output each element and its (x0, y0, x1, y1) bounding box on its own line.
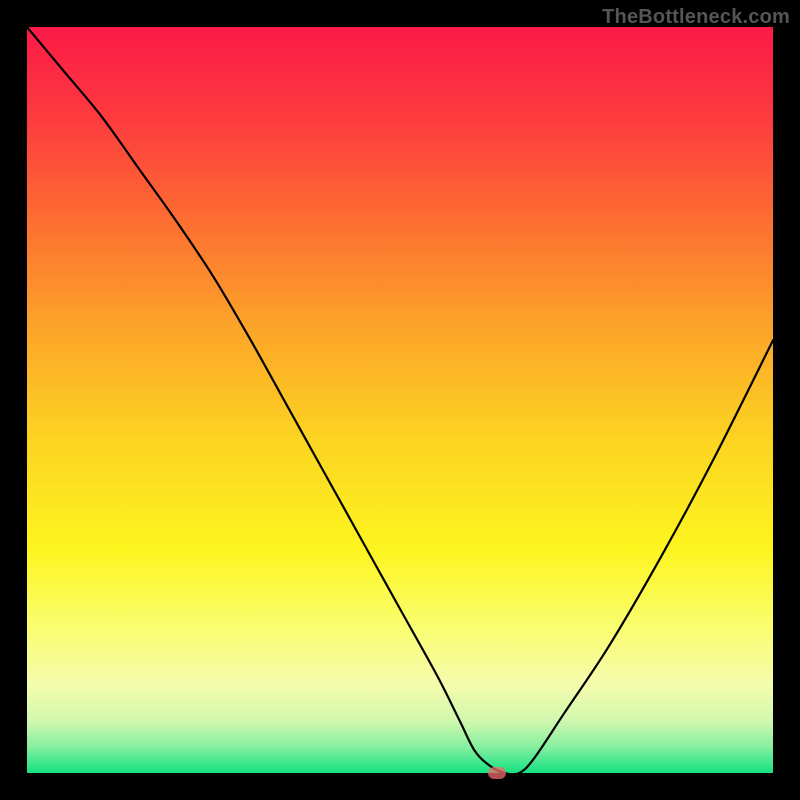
plot-svg (27, 27, 773, 773)
plot-area (27, 27, 773, 773)
gradient-background (27, 27, 773, 773)
watermark-text: TheBottleneck.com (602, 6, 790, 29)
optimal-marker (488, 767, 506, 779)
chart-frame: TheBottleneck.com (0, 0, 800, 800)
